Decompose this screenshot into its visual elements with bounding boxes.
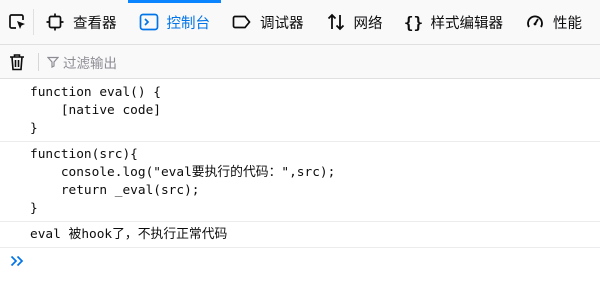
message-line: } — [30, 201, 38, 216]
message-line: function(src){ — [30, 147, 138, 162]
message-line: eval 被hook了，不执行正常代码 — [30, 227, 228, 242]
tab-label: 调试器 — [260, 15, 304, 32]
tab-network[interactable]: 网络 — [315, 0, 394, 44]
divider — [38, 52, 39, 71]
message-line: console.log("eval要执行的代码：",src); — [30, 165, 336, 180]
tab-label: 控制台 — [166, 15, 211, 32]
console-filter-bar: 过滤输出 — [0, 45, 600, 79]
message-line: function eval() { — [30, 85, 161, 100]
console-message: function(src){ console.log("eval要执行的代码："… — [0, 142, 600, 222]
console-message: function eval() { [native code] } — [0, 80, 600, 142]
element-picker-icon — [8, 14, 25, 29]
message-line: } — [30, 121, 38, 136]
console-input[interactable] — [0, 248, 600, 274]
trash-icon — [10, 53, 24, 70]
filter-placeholder: 过滤输出 — [63, 55, 117, 72]
debugger-icon — [231, 11, 253, 33]
tab-performance[interactable]: 性能 — [514, 0, 593, 44]
network-icon — [325, 11, 347, 33]
tab-label: 查看器 — [73, 15, 117, 32]
filter-icon — [47, 56, 59, 68]
console-icon — [138, 11, 160, 33]
tab-label: 性能 — [553, 15, 582, 32]
message-line: return _eval(src); — [30, 183, 200, 198]
clear-console-button[interactable] — [0, 45, 34, 79]
console-message: eval 被hook了，不执行正常代码 — [0, 222, 600, 248]
console-output: function eval() { [native code] } functi… — [0, 80, 600, 248]
tab-style-editor[interactable]: {} 样式编辑器 — [394, 0, 515, 44]
style-editor-icon: {} — [403, 12, 424, 32]
devtools-toolbar: 查看器 控制台 调试器 网络 {} 样式编辑器 性能 — [0, 0, 600, 45]
performance-icon — [524, 11, 546, 33]
tab-debugger[interactable]: 调试器 — [221, 0, 315, 44]
element-picker-button[interactable] — [0, 9, 34, 35]
message-line: [native code] — [30, 103, 161, 118]
inspector-icon — [44, 11, 66, 33]
chevron-double-right-icon — [10, 255, 24, 267]
tab-console[interactable]: 控制台 — [127, 0, 222, 44]
filter-input[interactable]: 过滤输出 — [47, 52, 117, 72]
tab-inspector[interactable]: 查看器 — [34, 0, 128, 44]
tab-label: 样式编辑器 — [430, 15, 504, 32]
tab-label: 网络 — [353, 15, 383, 32]
